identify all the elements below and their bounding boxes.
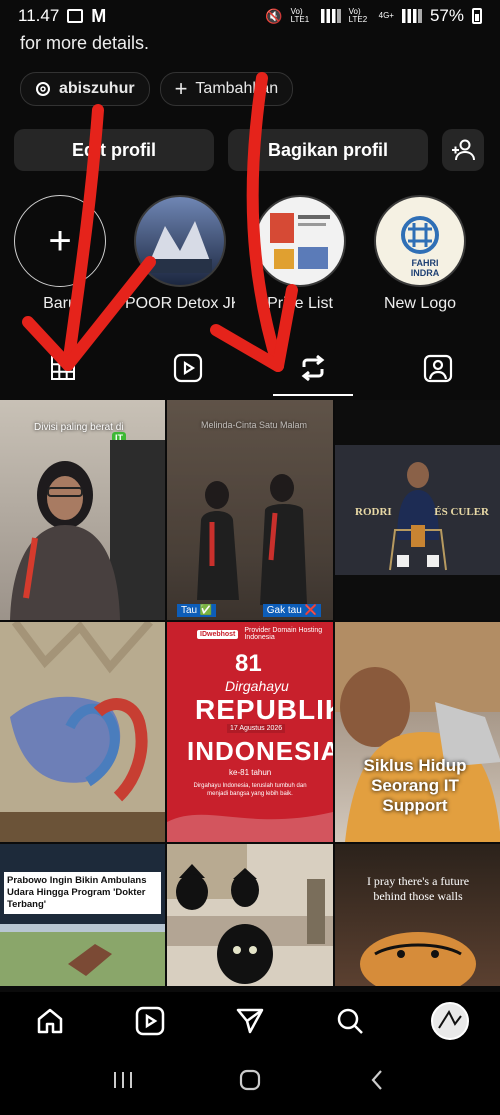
dancing-people-photo	[167, 400, 333, 605]
tiger-art	[360, 932, 476, 986]
gak-tau-tag: Gak tau ❌	[262, 604, 321, 617]
home-system-button[interactable]	[238, 1068, 262, 1097]
story-highlights: + Baru POOR Detox JK... Price List New L…	[0, 195, 500, 313]
reels-icon	[135, 1006, 165, 1036]
back-icon	[371, 1070, 382, 1090]
post-thumbnail[interactable]: IDwebhost Provider Domain Hosting Indone…	[167, 622, 333, 842]
post-thumbnail[interactable]	[0, 622, 165, 842]
recent-apps-icon	[114, 1072, 133, 1088]
sim2-label: Vo) LTE2	[348, 7, 368, 24]
home-circle-icon	[239, 1069, 261, 1091]
tab-grid[interactable]	[0, 340, 125, 396]
discover-people-button[interactable]	[442, 129, 484, 171]
add-link-label: Tambahkan	[195, 80, 279, 97]
post-header-strip: IDwebhost Provider Domain Hosting Indone…	[197, 627, 325, 641]
highlight-cover[interactable]	[254, 195, 346, 287]
avatar-art-icon	[438, 1009, 462, 1029]
search-icon	[337, 1008, 363, 1034]
price-list-thumbnail	[270, 213, 330, 269]
profile-tabs	[0, 340, 500, 396]
home-icon	[37, 1008, 63, 1034]
avatar[interactable]	[431, 1002, 469, 1040]
rodri-left-text: RODRI	[355, 506, 392, 518]
back-button[interactable]	[365, 1068, 389, 1097]
threads-link-chip[interactable]: abiszuhur	[20, 72, 150, 106]
flag-wave	[167, 812, 333, 842]
highlight-label: New Logo	[383, 295, 457, 312]
anniversary-number: 81	[235, 650, 262, 677]
post-thumbnail[interactable]: Melinda-Cinta Satu Malam Tau ✅ Gak tau ❌	[167, 400, 333, 620]
status-bar: 11.47 M 🔇 Vo) LTE1 Vo) LTE2 4G+ 57%	[0, 0, 500, 32]
post-thumbnail[interactable]: Divisi paling berat di IT	[0, 400, 165, 620]
republik-text: REPUBLIK	[195, 694, 333, 725]
mute-icon: 🔇	[265, 7, 283, 24]
highlight-new[interactable]: + Baru	[0, 195, 120, 313]
threads-username: abiszuhur	[59, 80, 135, 97]
tab-reposts[interactable]	[250, 340, 375, 396]
add-link-chip[interactable]: + Tambahkan	[159, 72, 294, 106]
rodri-right-text: ÉS CULER	[434, 506, 489, 518]
highlight-cover[interactable]	[134, 195, 226, 287]
clock: 11.47	[18, 6, 60, 25]
highlight-price-list[interactable]: Price List	[240, 195, 360, 313]
highlight-poor-detox[interactable]: POOR Detox JK...	[120, 195, 240, 313]
poor-detox-thumbnail	[148, 221, 212, 273]
add-person-icon	[452, 139, 475, 161]
tab-reels[interactable]	[125, 340, 250, 396]
new-logo-text: FAHRI INDRA	[410, 258, 440, 278]
gmail-notification-icon: M	[91, 5, 107, 26]
share-profile-button[interactable]: Bagikan profil	[228, 129, 428, 171]
woman-photo	[10, 440, 165, 620]
plus-icon: +	[174, 76, 188, 101]
gallery-notification-icon	[67, 9, 84, 23]
bio-text: for more details.	[20, 33, 150, 53]
tab-tagged[interactable]	[375, 340, 500, 396]
nav-search[interactable]	[300, 1006, 400, 1036]
post-thumbnail[interactable]: Siklus Hidup Seorang IT Support	[335, 622, 500, 842]
indonesia-text: INDONESIA	[187, 736, 333, 766]
threads-icon	[36, 82, 50, 96]
tau-tag: Tau ✅	[177, 604, 217, 617]
highlight-label: Price List	[267, 295, 333, 312]
highlight-new-logo[interactable]: New Logo	[360, 195, 480, 313]
edit-profile-button[interactable]: Edit profil	[14, 129, 214, 171]
post-thumbnail[interactable]: RODRI ÉS CULER	[335, 400, 500, 620]
signal-2-icon	[401, 9, 422, 23]
sim1-label: Vo) LTE1	[290, 7, 310, 24]
game-scene	[0, 924, 165, 986]
profile-actions: Edit profil Bagikan profil	[14, 129, 484, 171]
system-navigation-bar	[0, 1050, 500, 1115]
post-thumbnail[interactable]: I pray there's a future behind those wal…	[335, 844, 500, 986]
recent-apps-button[interactable]	[111, 1070, 135, 1095]
highlight-label: POOR Detox JK...	[125, 295, 235, 312]
repost-icon	[301, 354, 324, 382]
ke81-text: ke-81 tahun	[229, 768, 272, 777]
battery-icon	[472, 8, 482, 24]
profile-links: abiszuhur + Tambahkan	[20, 72, 294, 106]
reels-icon	[173, 353, 202, 383]
nav-home[interactable]	[0, 1006, 100, 1036]
post-caption: Siklus Hidup Seorang IT Support	[363, 756, 467, 815]
signal-1-icon	[320, 9, 341, 23]
post-thumbnail[interactable]	[167, 844, 333, 986]
cats-shop-photo	[167, 844, 333, 986]
bottom-navigation	[0, 992, 500, 1050]
grid-icon	[50, 356, 75, 380]
send-icon	[236, 1008, 264, 1034]
nav-profile[interactable]	[400, 1002, 500, 1040]
plus-icon: +	[48, 219, 72, 263]
post-grid: Divisi paling berat di IT Melinda-Cinta …	[0, 400, 500, 986]
dirgahayu-text: Dirgahayu	[225, 678, 289, 694]
post-thumbnail[interactable]: Prabowo Ingin Bikin Ambulans Udara Hingg…	[0, 844, 165, 986]
nav-direct[interactable]	[200, 1006, 300, 1036]
battery-percent: 57%	[429, 6, 464, 25]
tagged-icon	[423, 354, 452, 383]
post-header-text: Provider Domain Hosting Indonesia	[244, 627, 323, 641]
wayang-puppet-photo	[0, 622, 165, 842]
new-highlight-circle[interactable]: +	[14, 195, 106, 287]
nav-reels[interactable]	[100, 1006, 200, 1036]
date-text: 17 Agustus 2026	[227, 724, 286, 733]
network-type: 4G+	[378, 11, 394, 20]
highlight-label: Baru	[43, 295, 77, 312]
